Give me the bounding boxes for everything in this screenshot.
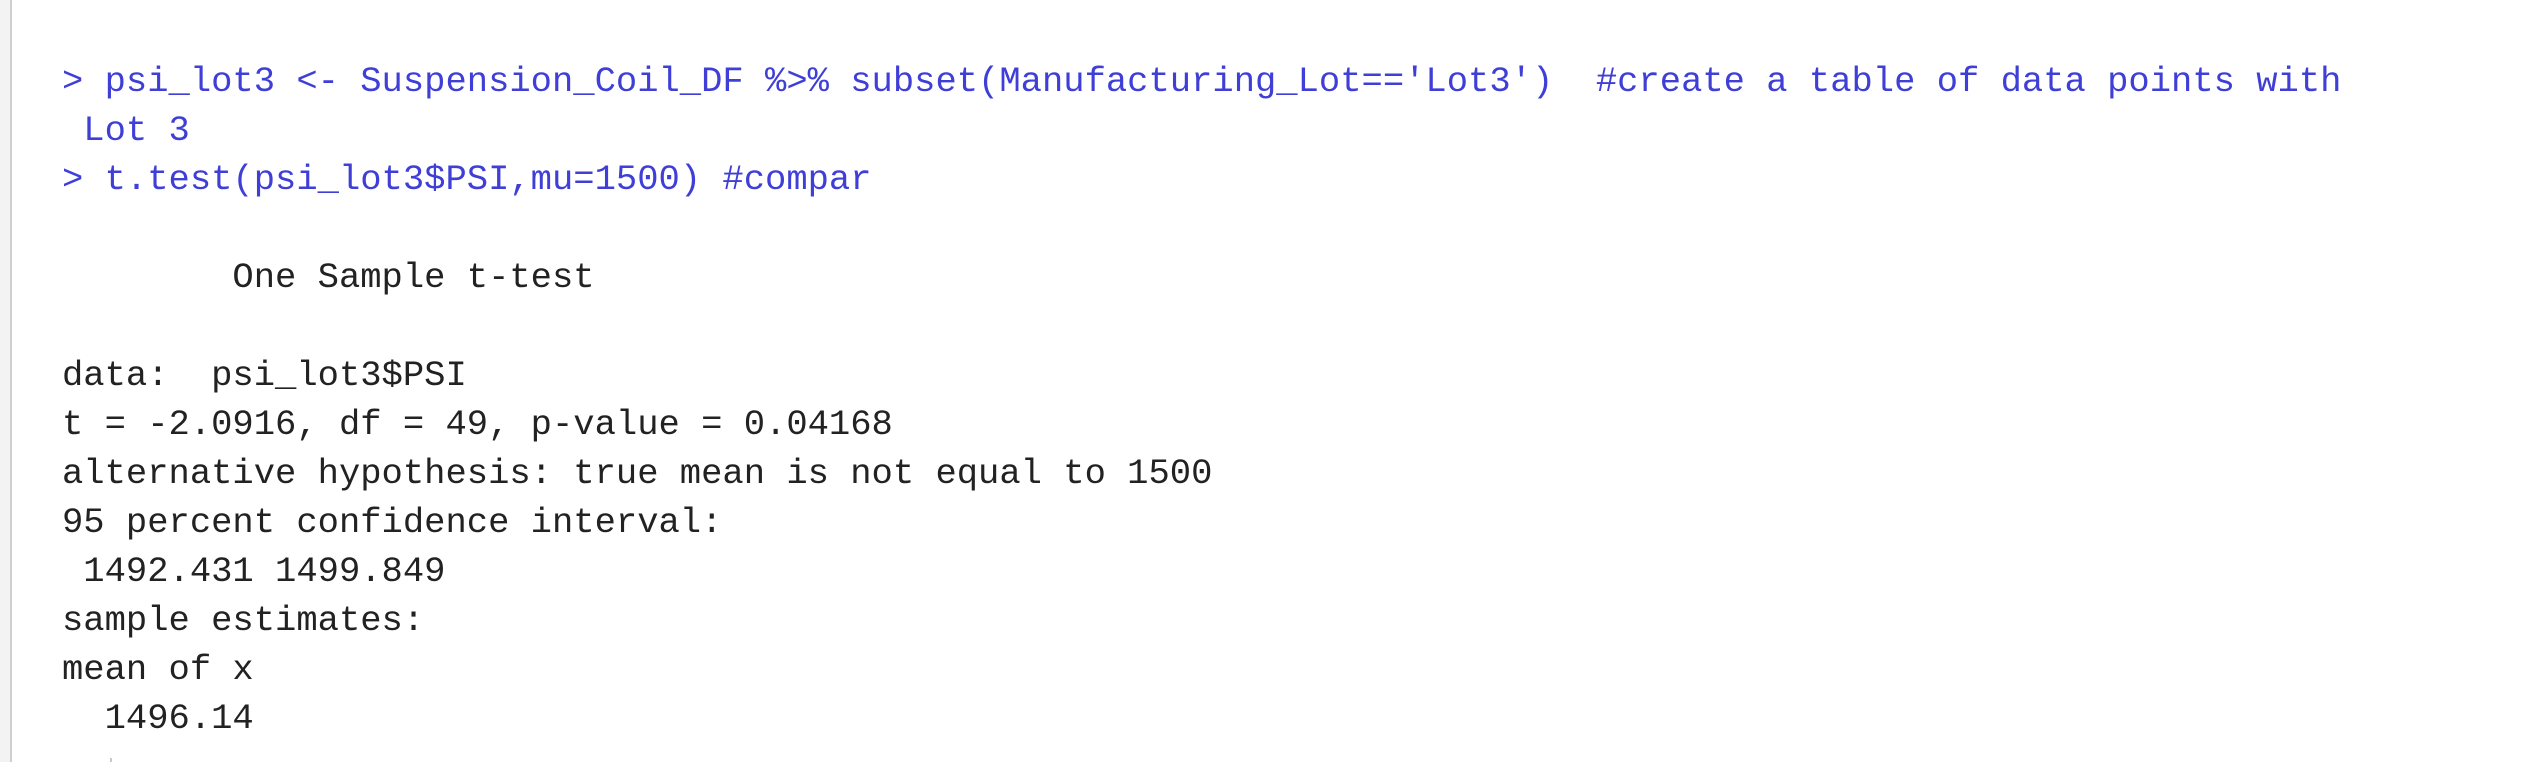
console-output-line: t = -2.0916, df = 49, p-value = 0.04168: [62, 404, 893, 445]
console-command-line: > psi_lot3 <- Suspension_Coil_DF %>% sub…: [62, 61, 2342, 102]
console-output-line: 95 percent confidence interval:: [62, 502, 723, 543]
console-output-line: sample estimates:: [62, 600, 425, 641]
console-output-line: 1496.14: [62, 698, 254, 739]
console-output-line: data: psi_lot3$PSI: [62, 355, 467, 396]
r-console-viewport: > psi_lot3 <- Suspension_Coil_DF %>% sub…: [0, 0, 2541, 762]
console-output-heading: One Sample t-test: [62, 257, 595, 298]
console-output-line: mean of x: [62, 649, 254, 690]
console-output[interactable]: > psi_lot3 <- Suspension_Coil_DF %>% sub…: [0, 0, 2541, 762]
console-command-continuation: Lot 3: [62, 110, 190, 151]
console-output-line: alternative hypothesis: true mean is not…: [62, 453, 1213, 494]
console-output-line: 1492.431 1499.849: [62, 551, 446, 592]
console-input-caret-area[interactable]: [62, 720, 112, 762]
text-caret: [110, 758, 112, 762]
console-command-line: > t.test(psi_lot3$PSI,mu=1500) #compar: [62, 159, 872, 200]
